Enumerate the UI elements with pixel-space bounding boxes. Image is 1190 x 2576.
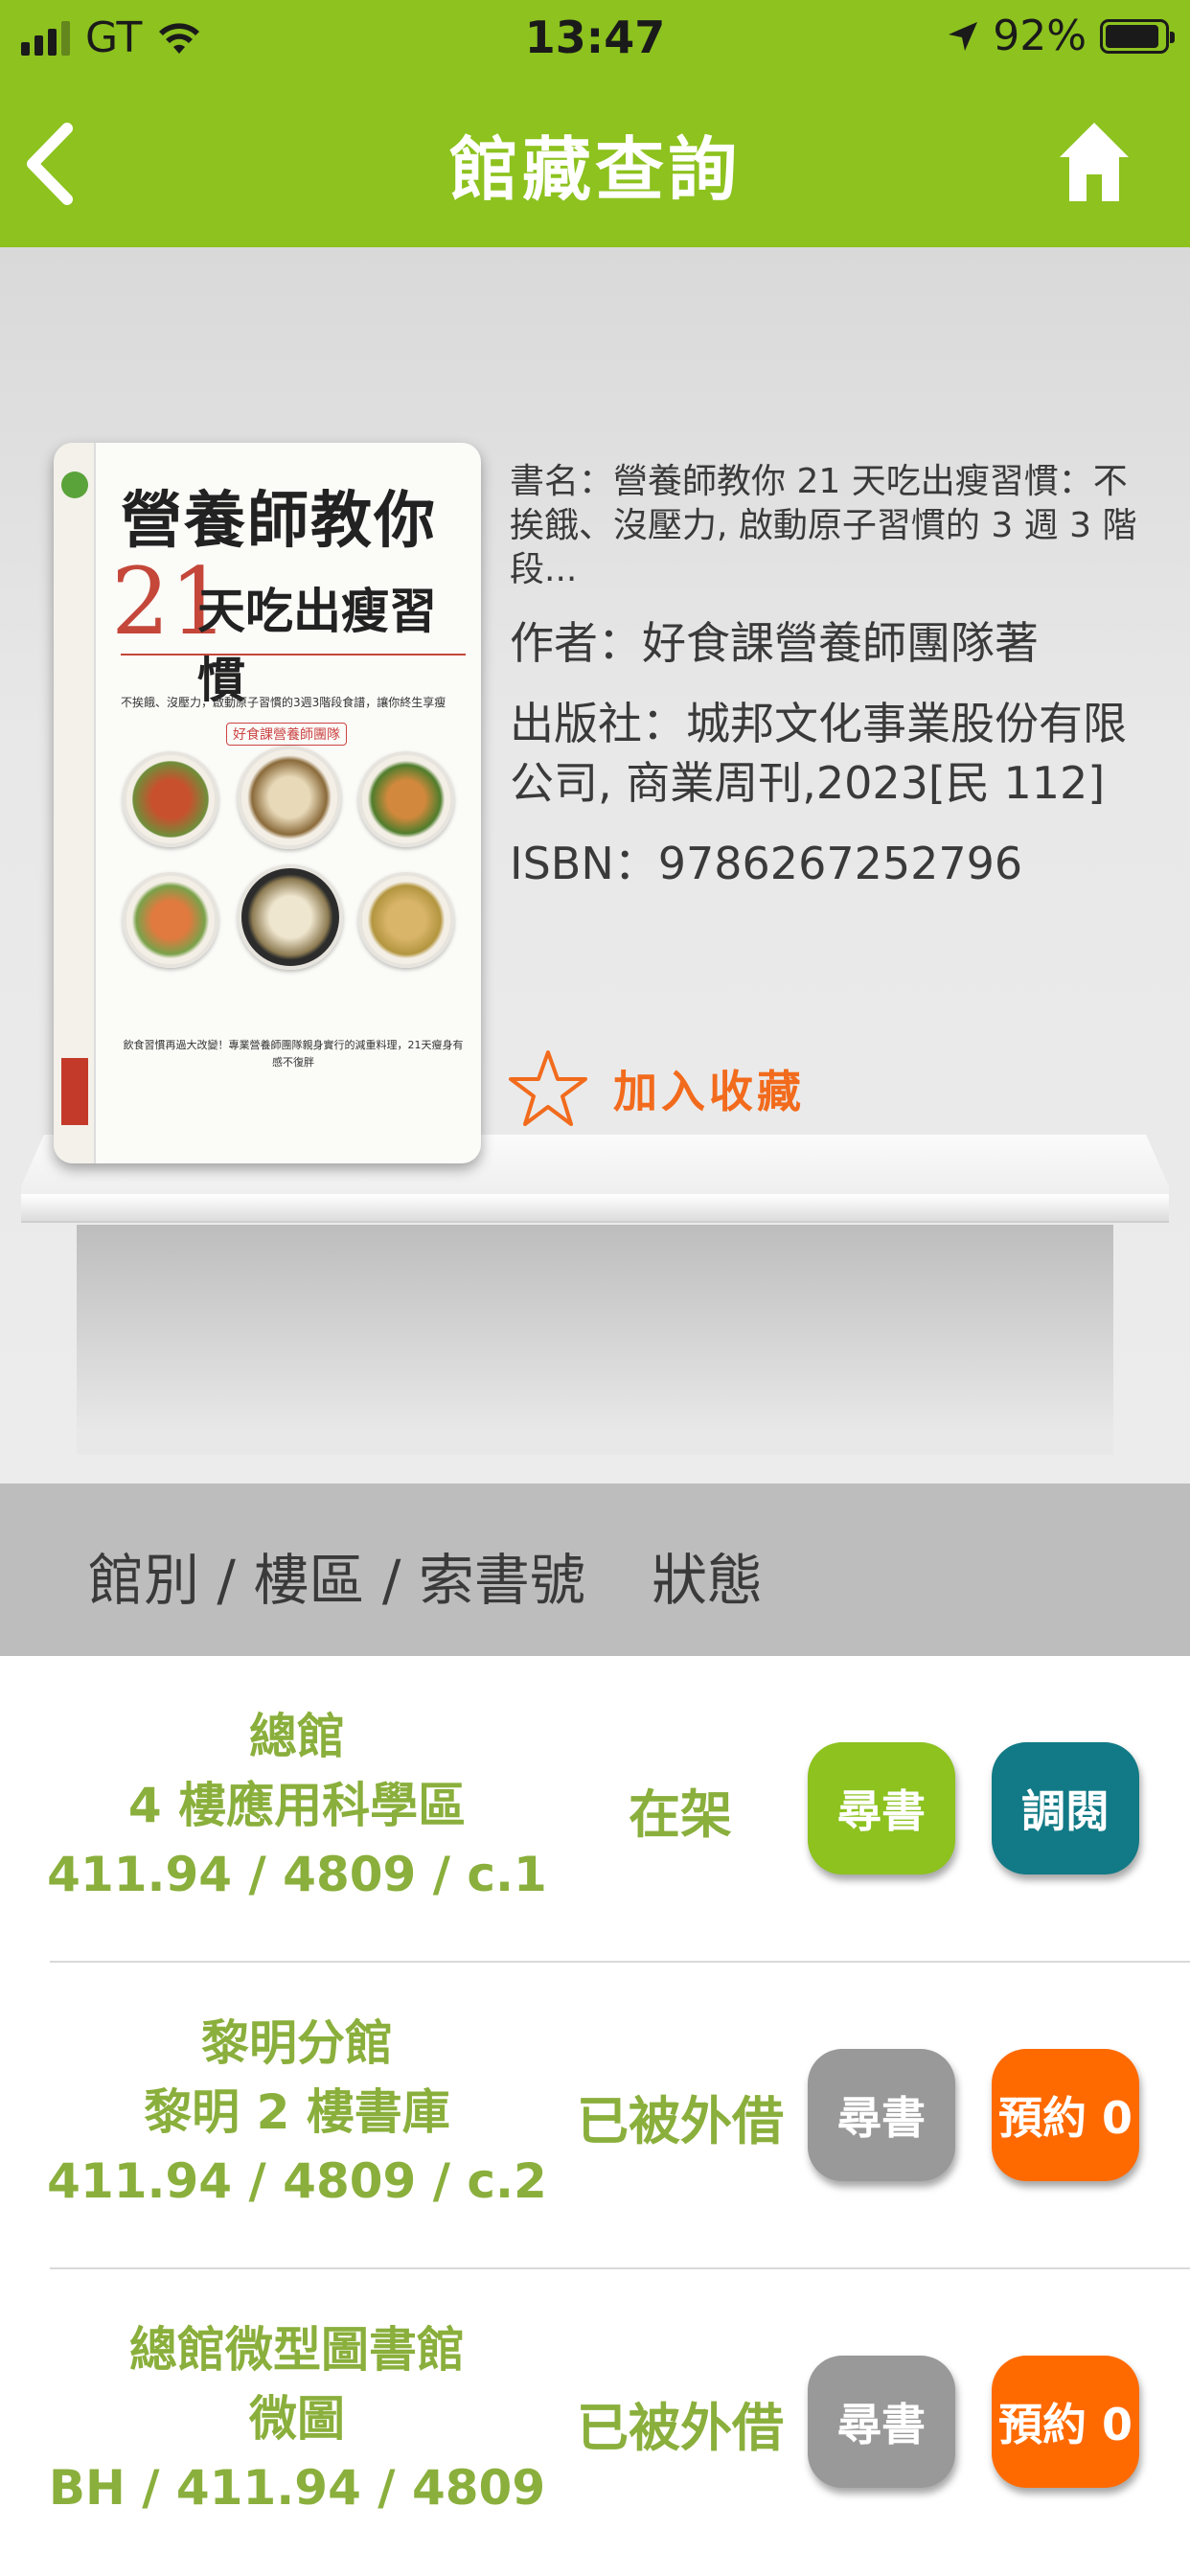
food-plate-image (358, 872, 454, 968)
star-outline-icon (509, 1050, 587, 1126)
holding-row: 黎明分館 黎明 2 樓書庫 411.94 / 4809 / c.2 已被外借 尋… (0, 1963, 1190, 2269)
cover-subtitle: 不挨餓、沒壓力，啟動原子習慣的3週3階段食譜，讓你終生享瘦 (121, 696, 446, 709)
holding-status: 已被外借 (577, 2397, 784, 2458)
food-plate-image (358, 751, 454, 847)
holding-location: 總館微型圖書館 微圖 BH / 411.94 / 4809 (19, 2315, 575, 2522)
book-isbn: ISBN：9786267252796 (510, 838, 1023, 889)
food-plate-image (238, 746, 341, 849)
battery-icon (1100, 18, 1175, 54)
holding-location: 總館 4 樓應用科學區 411.94 / 4809 / c.1 (19, 1702, 575, 1909)
status-bar: GT 13:47 92% (0, 0, 1190, 77)
header-location: 館別 / 樓區 / 索書號 (88, 1548, 585, 1613)
find-book-button[interactable]: 尋書 (808, 1742, 955, 1874)
holding-row: 總館 4 樓應用科學區 411.94 / 4809 / c.1 在架 尋書 調閱 (0, 1656, 1190, 1963)
battery-percent: 92% (993, 12, 1087, 60)
shelf-area: 4 樓應用科學區 (127, 1778, 467, 1833)
food-plate-image (123, 751, 218, 847)
cover-title-line1: 營養師教你 (121, 485, 437, 557)
bookshelf-edge (21, 1194, 1169, 1223)
call-number: 411.94 / 4809 / c.1 (47, 1847, 547, 1902)
call-number: BH / 411.94 / 4809 (48, 2460, 546, 2516)
find-book-button[interactable]: 尋書 (808, 2049, 955, 2181)
holdings-header: 館別 / 樓區 / 索書號 狀態 (0, 1484, 1190, 1656)
page-title: 館藏查詢 (448, 129, 741, 210)
home-icon[interactable] (1056, 119, 1133, 205)
add-favorite-label: 加入收藏 (613, 1066, 805, 1117)
book-author: 作者：好食課營養師團隊著 (510, 617, 1039, 669)
cover-divider (121, 654, 466, 656)
location-arrow-icon (949, 21, 978, 51)
branch-name: 黎明分館 (201, 2015, 393, 2071)
cover-blurb: 飲食習慣再過大改變！專業營養師團隊親身實行的減重料理，21天瘦身有感不復胖 (123, 1039, 464, 1069)
header-status: 狀態 (652, 1548, 764, 1613)
book-info: 書名：營養師教你 21 天吃出瘦習慣：不挨餓、沒壓力, 啟動原子習慣的 3 週 … (510, 460, 1161, 893)
holding-row: 總館微型圖書館 微圖 BH / 411.94 / 4809 已被外借 尋書 預約… (0, 2269, 1190, 2576)
food-plate-image (123, 872, 218, 968)
book-title: 書名：營養師教你 21 天吃出瘦習慣：不挨餓、沒壓力, 啟動原子習慣的 3 週 … (510, 462, 1137, 589)
book-cover: 營養師教你 21 天吃出瘦習慣 不挨餓、沒壓力，啟動原子習慣的3週3階段食譜，讓… (54, 443, 481, 1163)
add-favorite-button[interactable]: 加入收藏 (508, 1048, 805, 1129)
branch-name: 總館 (249, 1709, 345, 1764)
call-number: 411.94 / 4809 / c.2 (47, 2153, 547, 2209)
cover-tag: 好食課營養師團隊 (226, 723, 347, 746)
shelf-area: 微圖 (249, 2391, 345, 2447)
holding-status: 在架 (629, 1783, 732, 1845)
find-book-button[interactable]: 尋書 (808, 2356, 955, 2488)
nav-bar: 館藏查詢 (0, 77, 1190, 247)
cover-title-line2: 天吃出瘦習慣 (197, 583, 437, 708)
shelf-shadow (77, 1225, 1113, 1455)
status-right: 92% (947, 12, 1175, 60)
food-plate-image (238, 864, 343, 970)
reserve-button[interactable]: 預約 0 (992, 2049, 1139, 2181)
book-spine (54, 443, 96, 1163)
holdings-list: 總館 4 樓應用科學區 411.94 / 4809 / c.1 在架 尋書 調閱… (0, 1656, 1190, 2576)
holding-location: 黎明分館 黎明 2 樓書庫 411.94 / 4809 / c.2 (19, 2009, 575, 2216)
shelf-area: 黎明 2 樓書庫 (144, 2084, 450, 2140)
holding-status: 已被外借 (577, 2090, 784, 2151)
book-publisher: 出版社：城邦文化事業股份有限公司, 商業周刊,2023[民 112] (510, 698, 1127, 809)
reserve-button[interactable]: 預約 0 (992, 2356, 1139, 2488)
branch-name: 總館微型圖書館 (129, 2322, 465, 2378)
request-retrieval-button[interactable]: 調閱 (992, 1742, 1139, 1874)
